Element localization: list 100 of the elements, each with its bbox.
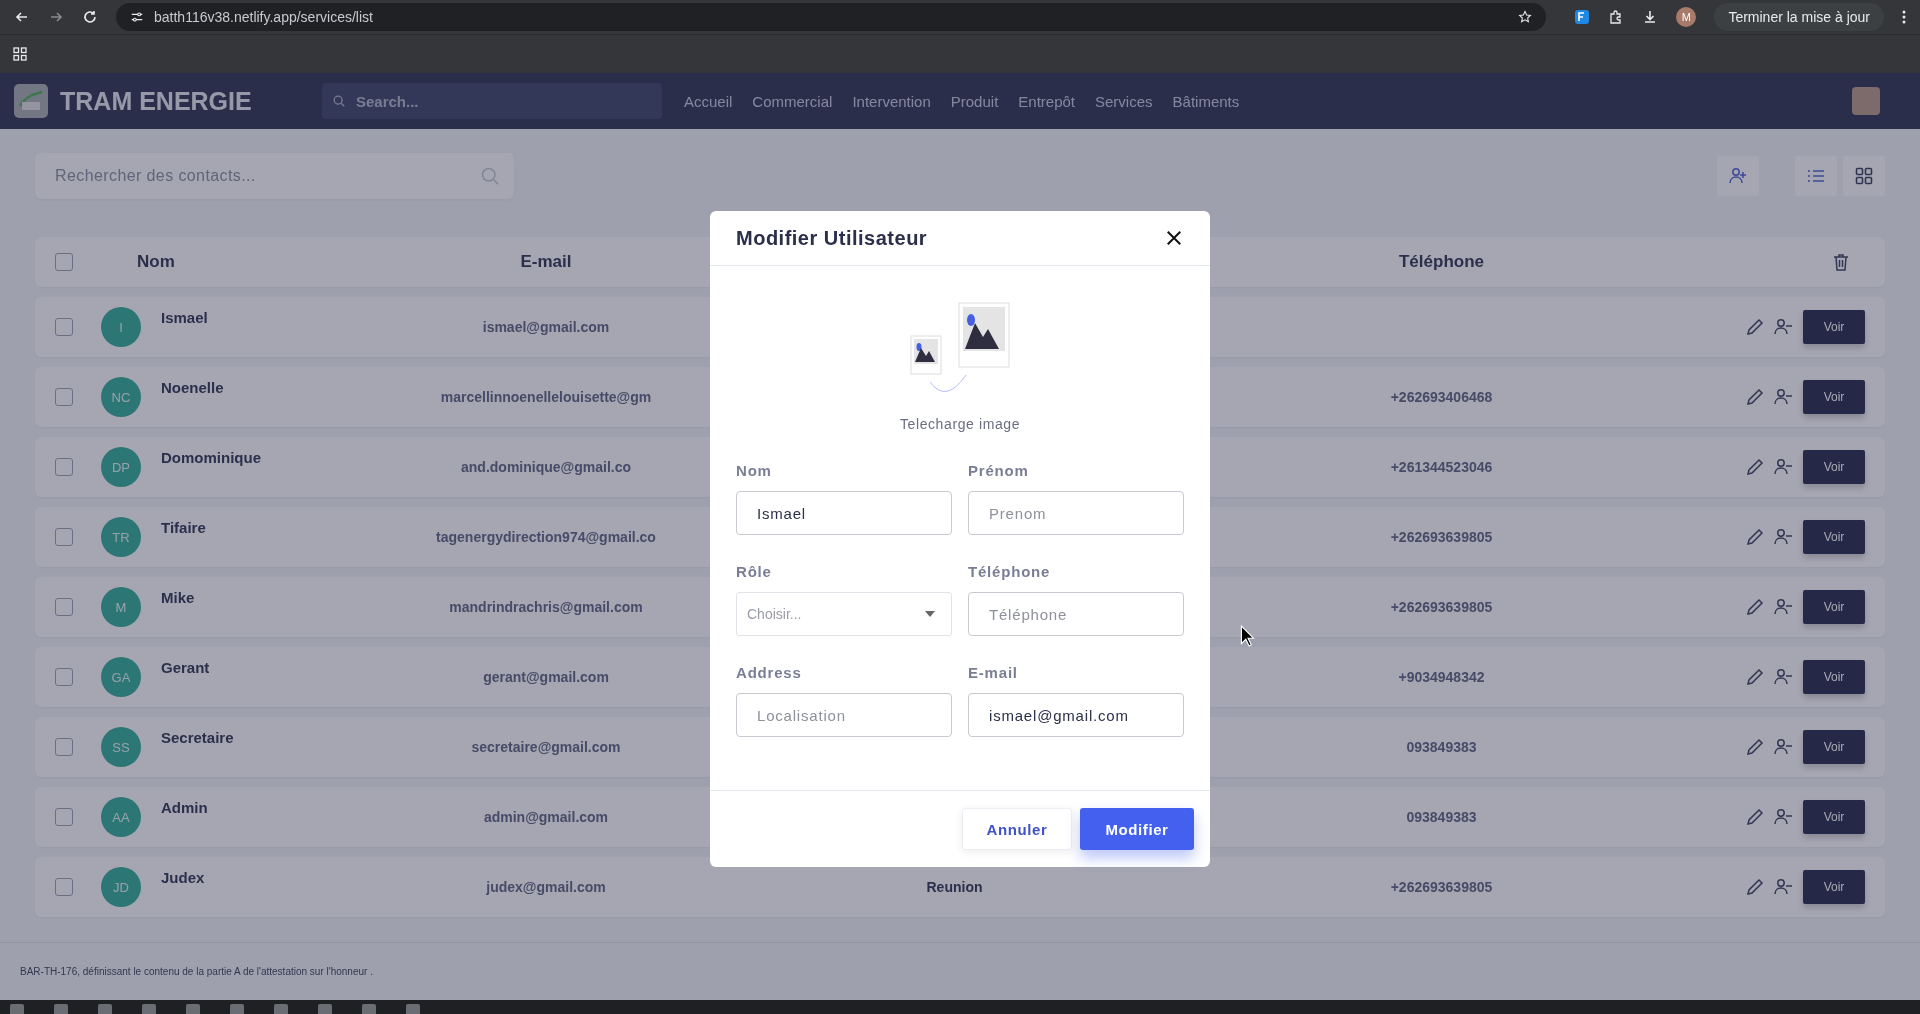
remove-user-icon[interactable] <box>1773 877 1793 897</box>
nav-link[interactable]: Services <box>1095 92 1153 110</box>
field-label: E-mail <box>968 664 1019 681</box>
email-cell: mandrindrachris@gmail.com <box>449 599 643 615</box>
edit-icon[interactable] <box>1745 457 1765 477</box>
site-info-icon[interactable] <box>130 10 144 24</box>
edit-icon[interactable] <box>1745 597 1765 617</box>
url-text: batth116v38.netlify.app/services/list <box>154 9 374 25</box>
field-label: Téléphone <box>968 563 1052 580</box>
row-checkbox[interactable] <box>55 318 73 336</box>
edit-icon[interactable] <box>1745 387 1765 407</box>
input-field[interactable]: Téléphone <box>968 592 1184 636</box>
row-checkbox[interactable] <box>55 388 73 406</box>
upload-label: Telecharge image <box>899 416 1021 432</box>
update-button[interactable]: Terminer la mise à jour <box>1714 3 1884 31</box>
contact-name: Tifaire <box>161 519 206 536</box>
email-cell: tagenergydirection974@gmail.co <box>436 529 656 545</box>
add-user-button[interactable] <box>1717 156 1759 196</box>
email-cell: marcellinnoenellelouisette@gm <box>440 389 652 405</box>
input-field[interactable]: ismael@gmail.com <box>968 693 1184 737</box>
nav-link[interactable]: Bâtiments <box>1172 92 1240 110</box>
view-button[interactable]: Voir <box>1803 520 1865 554</box>
edit-icon[interactable] <box>1745 737 1765 757</box>
close-icon[interactable] <box>1164 228 1184 248</box>
remove-user-icon[interactable] <box>1773 387 1793 407</box>
row-checkbox[interactable] <box>55 528 73 546</box>
row-checkbox[interactable] <box>55 458 73 476</box>
remove-user-icon[interactable] <box>1773 597 1793 617</box>
view-button[interactable]: Voir <box>1803 800 1865 834</box>
edit-icon[interactable] <box>1745 317 1765 337</box>
initials-avatar: DP <box>101 447 141 487</box>
search-icon <box>480 166 500 186</box>
row-checkbox[interactable] <box>55 738 73 756</box>
view-button[interactable]: Voir <box>1803 380 1865 414</box>
contact-name: Judex <box>161 869 205 886</box>
contact-name: Domominique <box>161 449 261 466</box>
nav-link[interactable]: Produit <box>950 92 999 110</box>
remove-user-icon[interactable] <box>1773 317 1793 337</box>
input-field[interactable]: Prenom <box>968 491 1184 535</box>
contact-name: Secretaire <box>161 729 234 746</box>
email-cell: admin@gmail.com <box>483 809 609 825</box>
contact-name: Noenelle <box>161 379 224 396</box>
logo-icon <box>14 84 48 118</box>
edit-icon[interactable] <box>1745 527 1765 547</box>
edit-icon[interactable] <box>1745 877 1765 897</box>
edit-icon[interactable] <box>1745 807 1765 827</box>
input-field[interactable]: Ismael <box>736 491 952 535</box>
phone-cell: +262693639805 <box>1390 879 1493 895</box>
edit-icon[interactable] <box>1745 667 1765 687</box>
nav-link[interactable]: Entrepôt <box>1018 92 1075 110</box>
input-field[interactable]: Localisation <box>736 693 952 737</box>
grid-icon <box>1854 166 1874 186</box>
address-bar[interactable]: batth116v38.netlify.app/services/list <box>116 3 1547 31</box>
remove-user-icon[interactable] <box>1773 737 1793 757</box>
apps-grid-icon[interactable] <box>12 46 28 62</box>
view-button[interactable]: Voir <box>1803 660 1865 694</box>
row-checkbox[interactable] <box>55 878 73 896</box>
remove-user-icon[interactable] <box>1773 457 1793 477</box>
view-button[interactable]: Voir <box>1803 450 1865 484</box>
submit-button[interactable]: Modifier <box>1080 808 1194 850</box>
search-field[interactable]: Search... <box>322 83 662 119</box>
row-checkbox[interactable] <box>55 808 73 826</box>
nav-link[interactable]: Intervention <box>852 92 931 110</box>
email-cell: judex@gmail.com <box>486 879 606 895</box>
email-cell: gerant@gmail.com <box>483 669 609 685</box>
nav-link[interactable]: Commercial <box>752 92 833 110</box>
phone-cell: +262693639805 <box>1390 599 1493 615</box>
star-icon[interactable] <box>1518 10 1533 24</box>
initials-avatar: AA <box>101 797 141 837</box>
contact-search-field[interactable]: Rechercher des contacts... <box>35 153 514 199</box>
dialog-title: Modifier Utilisateur <box>736 226 928 250</box>
row-checkbox[interactable] <box>55 598 73 616</box>
profile-avatar[interactable]: M <box>1676 7 1697 27</box>
view-button[interactable]: Voir <box>1803 870 1865 904</box>
initials-avatar: M <box>101 587 141 627</box>
trash-icon[interactable] <box>1831 252 1851 272</box>
remove-user-icon[interactable] <box>1773 527 1793 547</box>
initials-avatar: SS <box>101 727 141 767</box>
nav-link[interactable]: Accueil <box>684 92 733 110</box>
row-checkbox[interactable] <box>55 668 73 686</box>
view-button[interactable]: Voir <box>1803 730 1865 764</box>
grid-view-button[interactable] <box>1843 156 1885 196</box>
footer-text: BAR-TH-176, définissant le contenu de la partie A de l'attestation sur l'honneur . <box>20 966 373 977</box>
menu-icon[interactable] <box>1902 9 1906 25</box>
contact-name: Gerant <box>161 659 210 676</box>
remove-user-icon[interactable] <box>1773 667 1793 687</box>
reload-icon[interactable] <box>82 9 98 25</box>
email-cell: secretaire@gmail.com <box>471 739 621 755</box>
view-button[interactable]: Voir <box>1803 310 1865 344</box>
select-all-checkbox[interactable] <box>55 253 73 271</box>
initials-avatar: TR <box>101 517 141 557</box>
field-label: Nom <box>736 462 773 479</box>
remove-user-icon[interactable] <box>1773 807 1793 827</box>
contact-name: Admin <box>161 799 208 816</box>
caret-icon <box>925 611 935 617</box>
column-header: E-mail <box>519 252 573 272</box>
view-button[interactable]: Voir <box>1803 590 1865 624</box>
column-header: Nom <box>136 252 176 272</box>
extension-icon[interactable] <box>1574 9 1591 25</box>
cancel-button[interactable]: Annuler <box>962 808 1072 850</box>
